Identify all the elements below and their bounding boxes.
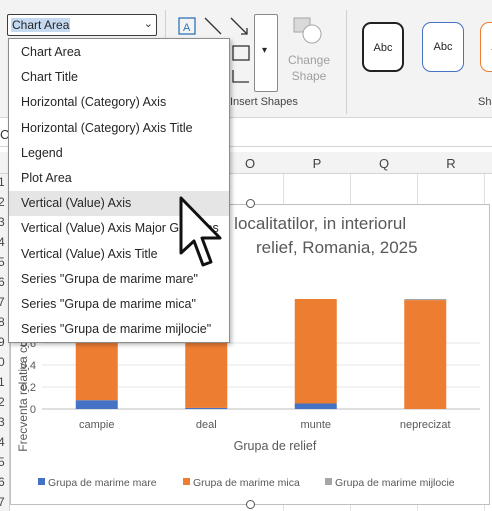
dropdown-item[interactable]: Chart Title — [9, 65, 229, 90]
legend-label: Grupa de marime mijlocie — [335, 477, 455, 489]
dropdown-item[interactable]: Horizontal (Category) Axis Title — [9, 116, 229, 141]
bar-segment — [404, 300, 447, 409]
dropdown-item[interactable]: Horizontal (Category) Axis — [9, 90, 229, 115]
legend-swatch — [325, 478, 332, 485]
dropdown-item[interactable]: Plot Area — [9, 166, 229, 191]
dropdown-item[interactable]: Legend — [9, 141, 229, 166]
chart-element-dropdown: Chart Area Chart Title Horizontal (Categor… — [8, 38, 230, 343]
y-tick-label: 0 — [30, 404, 36, 416]
dropdown-item[interactable]: Series "Grupa de marime mijlocie" — [9, 317, 229, 342]
mouse-cursor-icon — [179, 196, 222, 267]
x-axis-title: Grupa de relief — [234, 439, 317, 453]
y-axis-title: Frecventa relativa cu — [16, 340, 30, 451]
bar-segment — [294, 403, 337, 409]
dropdown-item[interactable]: Series "Grupa de marime mica" — [9, 292, 229, 317]
x-tick-label: deal — [196, 419, 217, 431]
legend-label: Grupa de marime mare — [48, 477, 157, 489]
legend-swatch — [38, 478, 45, 485]
dropdown-item[interactable]: Chart Area — [9, 40, 229, 65]
bar-segment — [185, 407, 228, 409]
bar-segment — [294, 299, 337, 404]
x-tick-label: neprecizat — [400, 419, 451, 431]
bar-segment — [75, 400, 118, 409]
x-tick-label: munte — [300, 419, 331, 431]
legend-label: Grupa de marime mica — [193, 477, 300, 489]
legend-swatch — [183, 478, 190, 485]
x-tick-label: campie — [79, 419, 114, 431]
bar-segment — [404, 299, 447, 301]
